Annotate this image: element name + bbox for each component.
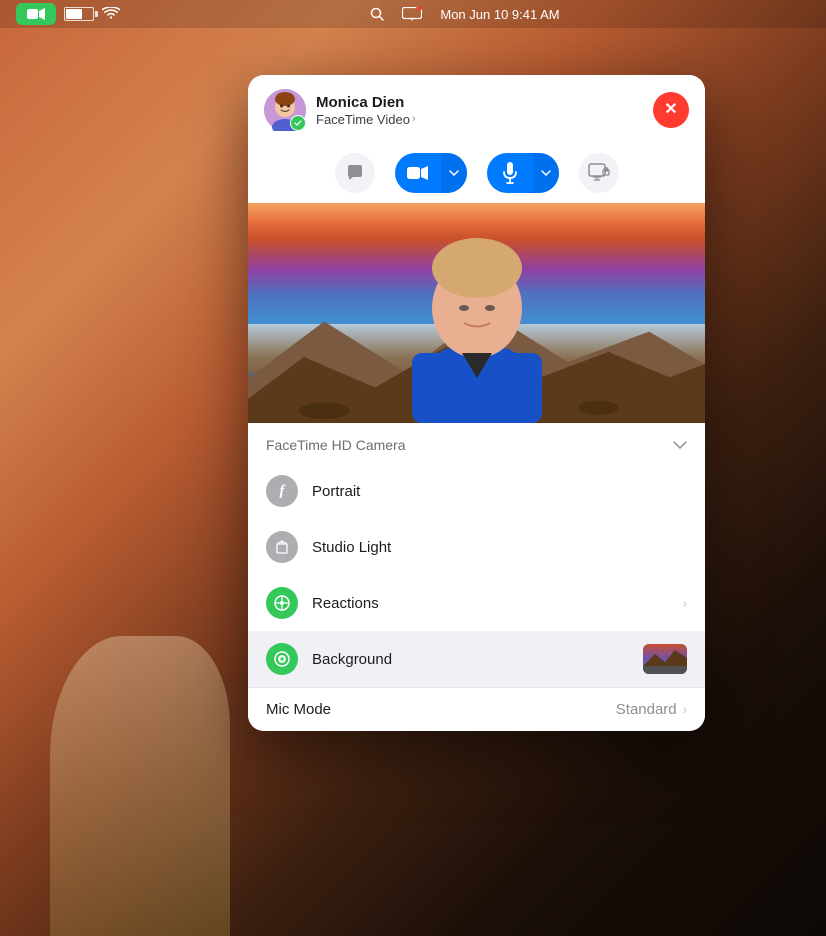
- video-effects-menu: FaceTime HD Camera f Portrait Studio Lig…: [248, 423, 705, 731]
- reactions-icon: [266, 587, 298, 619]
- wifi-icon: [102, 7, 120, 21]
- background-thumbnail: [643, 644, 687, 674]
- video-toggle-button[interactable]: [395, 153, 441, 193]
- search-icon[interactable]: [370, 7, 384, 21]
- chevron-down-icon-2: [541, 170, 551, 176]
- studio-light-menu-item[interactable]: Studio Light: [248, 519, 705, 575]
- portrait-menu-item[interactable]: f Portrait: [248, 463, 705, 519]
- menubar-left: [16, 3, 120, 25]
- video-icon: [407, 165, 429, 181]
- menubar-center: Mon Jun 10 9:41 AM: [120, 7, 810, 22]
- mic-mode-menu-item[interactable]: Mic Mode Standard ›: [248, 688, 705, 731]
- studio-light-label: Studio Light: [312, 539, 687, 556]
- portrait-icon: f: [266, 475, 298, 507]
- camera-label: FaceTime HD Camera: [266, 437, 406, 453]
- camera-chevron-icon: [673, 441, 687, 449]
- video-dropdown-button[interactable]: [441, 153, 467, 193]
- controls-bar: [248, 143, 705, 203]
- background-svg-icon: [273, 650, 291, 668]
- mic-mode-value: Standard: [616, 701, 677, 718]
- mic-toggle-button[interactable]: [487, 153, 533, 193]
- display-icon[interactable]: [402, 7, 422, 21]
- close-icon: ✕: [664, 102, 677, 118]
- call-type-chevron[interactable]: ›: [412, 113, 416, 125]
- camera-selector-header[interactable]: FaceTime HD Camera: [248, 423, 705, 463]
- reactions-label: Reactions: [312, 595, 669, 612]
- portrait-label: Portrait: [312, 483, 687, 500]
- background-label: Background: [312, 651, 629, 668]
- facetime-menubar-icon[interactable]: [16, 3, 56, 25]
- header-info: Monica Dien FaceTime Video ›: [316, 94, 643, 127]
- desk-decoration: [50, 636, 230, 936]
- contact-name: Monica Dien: [316, 94, 643, 112]
- window-header: 🎮 Monica Dien FaceTime Video › ✕: [248, 75, 705, 143]
- reactions-menu-item[interactable]: Reactions ›: [248, 575, 705, 631]
- call-type-label: FaceTime Video: [316, 112, 410, 127]
- chevron-down-icon: [449, 170, 459, 176]
- mic-mode-label: Mic Mode: [266, 701, 616, 718]
- facetime-window: 🎮 Monica Dien FaceTime Video › ✕: [248, 75, 705, 731]
- call-type: FaceTime Video ›: [316, 112, 643, 127]
- battery-indicator: [64, 7, 94, 21]
- share-screen-icon: [588, 163, 610, 183]
- mic-mode-chevron-icon: ›: [683, 702, 687, 717]
- menubar-time: Mon Jun 10 9:41 AM: [440, 7, 559, 22]
- menubar: Mon Jun 10 9:41 AM: [0, 0, 826, 28]
- video-person: [377, 213, 577, 423]
- chat-icon: [345, 163, 365, 183]
- video-control-group: [395, 153, 467, 193]
- background-thumbnail-image: [643, 644, 687, 674]
- reactions-svg-icon: [273, 594, 291, 612]
- battery-fill: [66, 9, 82, 19]
- background-menu-item[interactable]: Background: [248, 631, 705, 687]
- video-feed: [248, 203, 705, 423]
- contact-avatar: 🎮: [264, 89, 306, 131]
- reactions-chevron-icon: ›: [683, 596, 687, 611]
- close-button[interactable]: ✕: [653, 92, 689, 128]
- chat-button[interactable]: [335, 153, 375, 193]
- video-camera-icon: [27, 7, 45, 21]
- avatar-badge: [290, 115, 306, 131]
- cube-icon: [274, 539, 290, 555]
- mic-control-group: [487, 153, 559, 193]
- share-screen-button[interactable]: [579, 153, 619, 193]
- studio-light-icon: [266, 531, 298, 563]
- mic-icon: [502, 162, 518, 184]
- background-icon: [266, 643, 298, 675]
- mic-dropdown-button[interactable]: [533, 153, 559, 193]
